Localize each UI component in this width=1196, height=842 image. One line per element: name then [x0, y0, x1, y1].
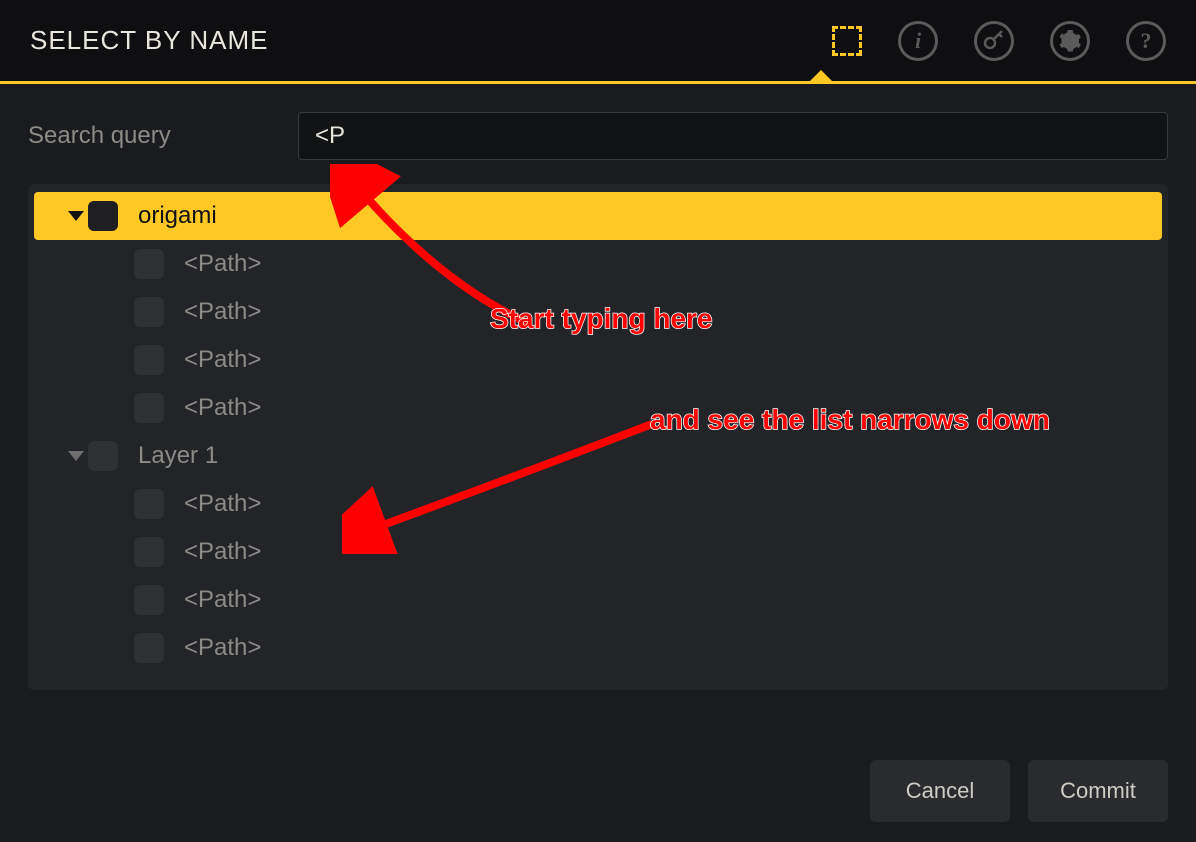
checkbox[interactable]	[88, 201, 118, 231]
dialog-body: Search query origami <Path> <Path> <Path…	[0, 84, 1196, 842]
tree-row-label: <Path>	[184, 250, 261, 278]
checkbox[interactable]	[134, 585, 164, 615]
search-input[interactable]	[298, 112, 1168, 160]
select-by-name-dialog: SELECT BY NAME i ? Search query	[0, 0, 1196, 842]
tree-row[interactable]: <Path>	[34, 528, 1162, 576]
tree-row[interactable]: <Path>	[34, 336, 1162, 384]
header-icon-bar: i ?	[832, 21, 1166, 61]
tree-row[interactable]: Layer 1	[34, 432, 1162, 480]
search-row: Search query	[28, 112, 1168, 160]
checkbox[interactable]	[134, 297, 164, 327]
info-icon[interactable]: i	[898, 21, 938, 61]
active-tab-indicator	[807, 70, 835, 84]
tree-row-label: Layer 1	[138, 442, 218, 470]
tree-row[interactable]: <Path>	[34, 384, 1162, 432]
gear-icon[interactable]	[1050, 21, 1090, 61]
chevron-down-icon[interactable]	[64, 451, 88, 461]
search-label: Search query	[28, 122, 268, 150]
tree-row-label: <Path>	[184, 346, 261, 374]
tree-row-label: <Path>	[184, 538, 261, 566]
checkbox[interactable]	[134, 393, 164, 423]
tree-row[interactable]: origami	[34, 192, 1162, 240]
key-icon[interactable]	[974, 21, 1014, 61]
results-tree: origami <Path> <Path> <Path> <Path>	[28, 184, 1168, 690]
selection-marquee-icon[interactable]	[832, 26, 862, 56]
dialog-header: SELECT BY NAME i ?	[0, 0, 1196, 84]
checkbox[interactable]	[134, 249, 164, 279]
tree-row-label: <Path>	[184, 634, 261, 662]
dialog-title: SELECT BY NAME	[30, 25, 268, 56]
tree-row[interactable]: <Path>	[34, 624, 1162, 672]
tree-row[interactable]: <Path>	[34, 288, 1162, 336]
commit-button[interactable]: Commit	[1028, 760, 1168, 822]
tree-row[interactable]: <Path>	[34, 576, 1162, 624]
checkbox[interactable]	[88, 441, 118, 471]
dialog-footer: Cancel Commit	[870, 760, 1168, 822]
checkbox[interactable]	[134, 537, 164, 567]
tree-row-label: origami	[138, 202, 217, 230]
cancel-button[interactable]: Cancel	[870, 760, 1010, 822]
checkbox[interactable]	[134, 633, 164, 663]
tree-row-label: <Path>	[184, 586, 261, 614]
tree-row-label: <Path>	[184, 394, 261, 422]
tree-row-label: <Path>	[184, 298, 261, 326]
tree-row[interactable]: <Path>	[34, 240, 1162, 288]
checkbox[interactable]	[134, 489, 164, 519]
checkbox[interactable]	[134, 345, 164, 375]
chevron-down-icon[interactable]	[64, 211, 88, 221]
help-icon[interactable]: ?	[1126, 21, 1166, 61]
tree-row-label: <Path>	[184, 490, 261, 518]
tree-row[interactable]: <Path>	[34, 480, 1162, 528]
